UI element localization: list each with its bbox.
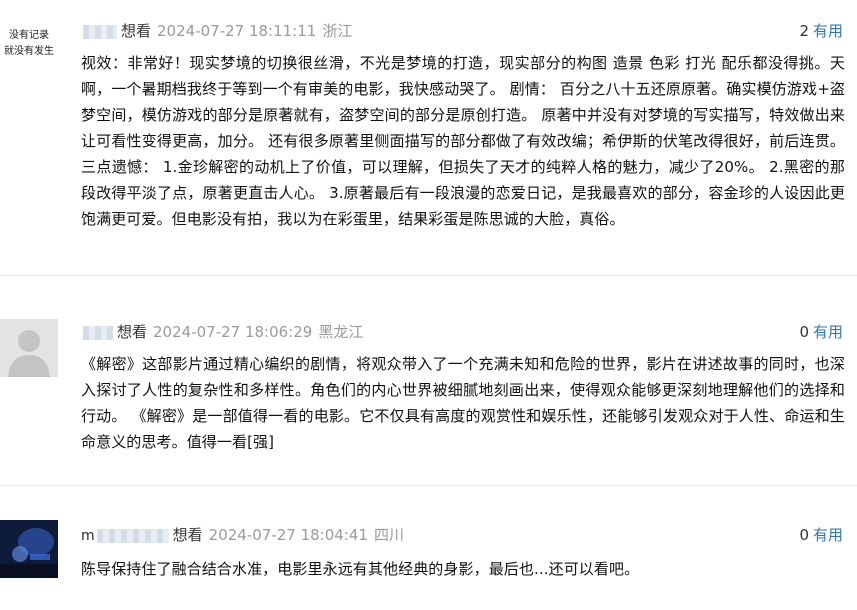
rating-status: 想看	[172, 526, 203, 544]
username-redacted[interactable]	[83, 24, 117, 39]
comment-time[interactable]: 2024-07-27 18:06:29	[153, 323, 312, 341]
useful-button[interactable]: 有用	[813, 323, 843, 341]
comment-time[interactable]: 2024-07-27 18:11:11	[157, 22, 316, 40]
comment-body: 《解密》这部影片通过精心编织的剧情，将观众带入了一个充满未知和危险的世界，影片在…	[81, 355, 845, 451]
username-redacted[interactable]	[83, 325, 113, 340]
avatar[interactable]	[0, 520, 58, 578]
divider	[0, 485, 857, 486]
useful-count: 0	[799, 526, 809, 544]
comment-meta: 想看 2024-07-27 18:11:11 浙江	[81, 20, 352, 42]
username-redacted[interactable]	[96, 528, 169, 543]
useful-count: 2	[799, 22, 809, 40]
comment-location: 浙江	[322, 22, 353, 40]
default-avatar-icon	[0, 319, 58, 377]
useful-count: 0	[799, 323, 809, 341]
avatar-text-line: 没有记录	[9, 30, 49, 41]
username[interactable]: m	[81, 528, 95, 544]
comment-time[interactable]: 2024-07-27 18:04:41	[209, 526, 368, 544]
divider	[0, 275, 857, 276]
avatar[interactable]: 没有记录 就没有发生	[0, 20, 58, 78]
useful-button[interactable]: 有用	[813, 22, 843, 40]
useful-button[interactable]: 有用	[813, 526, 843, 544]
comment-body: 视效：非常好！现实梦境的切换很丝滑，不光是梦境的打造，现实部分的构图 造景 色彩…	[81, 54, 845, 228]
useful-vote: 0 有用	[799, 524, 843, 546]
comment-location: 黑龙江	[318, 323, 364, 341]
rating-status: 想看	[121, 22, 152, 40]
comment-location: 四川	[373, 526, 404, 544]
comment-meta: 想看 2024-07-27 18:06:29 黑龙江	[81, 321, 363, 343]
comment-body: 陈导保持住了融合结合水准，电影里永远有其他经典的身影，最后也...还可以看吧。	[81, 560, 640, 578]
avatar[interactable]	[0, 319, 58, 377]
rating-status: 想看	[117, 323, 148, 341]
useful-vote: 2 有用	[799, 20, 843, 42]
avatar-text-line: 就没有发生	[4, 46, 54, 57]
photo-avatar-icon	[0, 520, 58, 578]
useful-vote: 0 有用	[799, 321, 843, 343]
comment-meta: m 想看 2024-07-27 18:04:41 四川	[81, 524, 404, 546]
